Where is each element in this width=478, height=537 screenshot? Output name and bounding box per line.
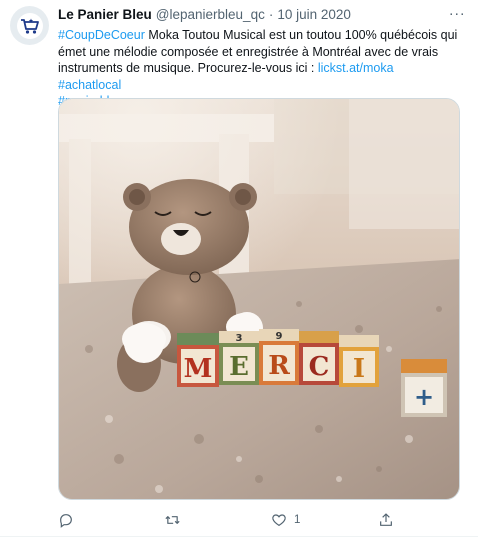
tweet[interactable]: Le Panier Bleu @lepanierbleu_qc · 10 jui… (0, 0, 478, 537)
like-button[interactable]: 1 (271, 510, 300, 530)
block-i: I (353, 354, 365, 384)
tweet-date[interactable]: 10 juin 2020 (277, 6, 351, 24)
share-icon (378, 512, 394, 528)
like-count: 1 (294, 514, 301, 526)
hashtag-achatlocal[interactable]: #achatlocal (58, 78, 121, 92)
avatar[interactable] (10, 6, 49, 45)
more-options-icon[interactable]: ··· (447, 4, 467, 24)
reply-button[interactable] (58, 510, 74, 530)
block-m: M (184, 354, 213, 384)
panier-bleu-logo (16, 12, 43, 39)
block-top-number-9: 9 (276, 331, 283, 342)
tweet-photo[interactable]: M E 3 R 9 C I + (58, 98, 460, 500)
block-plus: + (414, 383, 434, 411)
tweet-content: Le Panier Bleu @lepanierbleu_qc · 10 jui… (58, 6, 460, 110)
hashtag-coupdecoeur[interactable]: #CoupDeCoeur (58, 28, 145, 42)
heart-icon (271, 512, 287, 528)
reply-icon (58, 512, 74, 528)
author-name[interactable]: Le Panier Bleu (58, 6, 152, 24)
share-button[interactable] (378, 510, 394, 530)
tweet-header: Le Panier Bleu @lepanierbleu_qc · 10 jui… (58, 6, 460, 24)
separator-dot: · (268, 7, 274, 22)
retweet-icon (164, 512, 181, 528)
block-e: E (229, 352, 249, 382)
retweet-button[interactable] (164, 510, 181, 530)
block-top-number-3: 3 (236, 333, 243, 344)
block-c: C (309, 352, 330, 382)
tweet-actions: 1 (58, 510, 460, 530)
tweet-link[interactable]: lickst.at/moka (318, 61, 394, 75)
photo-teddy-bear-merci-blocks: M E 3 R 9 C I + (59, 99, 459, 499)
block-r: R (268, 351, 290, 381)
author-handle[interactable]: @lepanierbleu_qc (156, 6, 265, 24)
